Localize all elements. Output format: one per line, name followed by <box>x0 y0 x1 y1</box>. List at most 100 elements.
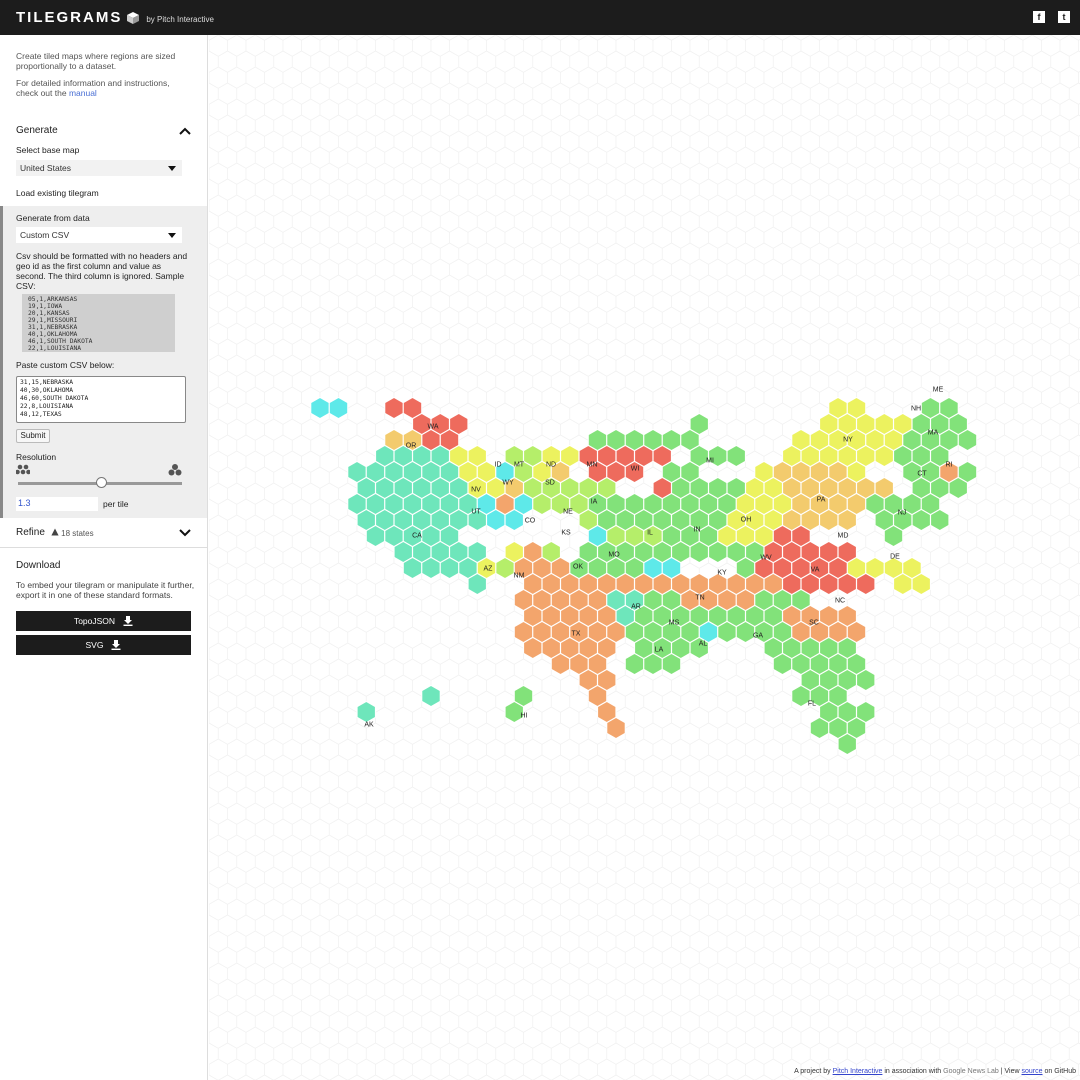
state-label: AR <box>631 604 641 611</box>
state-tile[interactable] <box>911 508 931 532</box>
state-tile[interactable] <box>532 492 552 516</box>
brand[interactable]: TILEGRAMS by Pitch Interactive <box>16 9 214 26</box>
state-tile[interactable] <box>680 428 700 452</box>
state-tile[interactable] <box>421 684 441 708</box>
state-tile[interactable] <box>689 540 709 564</box>
state-tile[interactable] <box>791 556 811 580</box>
state-tile[interactable] <box>624 428 645 452</box>
state-tile[interactable] <box>661 460 682 484</box>
state-tile[interactable] <box>689 572 709 596</box>
state-tile[interactable] <box>930 508 950 532</box>
state-label: ME <box>933 387 944 394</box>
state-tile[interactable] <box>837 732 857 756</box>
data-source-select[interactable]: Custom CSV <box>16 227 182 243</box>
footer-text: A project by <box>794 1068 831 1075</box>
state-tile[interactable] <box>911 572 931 596</box>
state-tile[interactable] <box>893 572 913 596</box>
state-label: LA <box>655 647 664 654</box>
chevron-down-icon[interactable] <box>179 528 191 537</box>
generate-header[interactable]: Generate <box>16 125 191 136</box>
state-tile[interactable] <box>735 492 756 516</box>
state-label: MD <box>838 533 849 540</box>
state-label: WA <box>427 424 438 431</box>
state-tile[interactable] <box>883 524 904 548</box>
state-tile[interactable] <box>384 396 404 420</box>
twitter-icon[interactable]: t <box>1058 11 1070 23</box>
source-link[interactable]: source <box>1022 1068 1043 1075</box>
state-tile[interactable] <box>439 556 460 580</box>
state-tile[interactable] <box>661 428 682 452</box>
facebook-icon[interactable]: f <box>1033 11 1045 23</box>
manual-link[interactable]: manual <box>69 88 97 98</box>
refine-header[interactable]: Refine 18 states <box>0 518 207 548</box>
pitch-interactive-link[interactable]: Pitch Interactive <box>833 1068 883 1075</box>
state-tile[interactable] <box>874 444 894 468</box>
base-map-select[interactable]: United States <box>16 160 182 176</box>
state-tile[interactable] <box>624 652 645 676</box>
state-tile[interactable] <box>717 620 737 644</box>
state-tile[interactable] <box>402 556 423 580</box>
topojson-download-button[interactable]: TopoJSON <box>16 611 191 631</box>
caret-down-icon <box>168 166 176 171</box>
state-tile[interactable] <box>957 428 978 452</box>
state-label: MN <box>587 462 598 469</box>
state-label: AL <box>699 641 708 648</box>
state-tile[interactable] <box>856 668 876 692</box>
load-existing-link[interactable]: Load existing tilegram <box>16 188 99 198</box>
state-tile[interactable] <box>624 492 645 516</box>
state-tile[interactable] <box>421 556 441 580</box>
state-tile[interactable] <box>809 716 830 740</box>
state-tile[interactable] <box>643 652 663 676</box>
tilegram-map[interactable]: WA OR ID MT ND MN WI MI NY ME NH MA CT RI CA NV WY SD UT CO… <box>209 35 1080 1080</box>
state-label: CT <box>917 471 927 478</box>
svg-download-button[interactable]: SVG <box>16 635 191 655</box>
state-tile[interactable] <box>634 572 654 596</box>
state-tile[interactable] <box>837 572 857 596</box>
state-label: NE <box>563 509 573 516</box>
state-tile[interactable] <box>365 524 386 548</box>
state-tile[interactable] <box>735 620 756 644</box>
state-tile[interactable] <box>310 396 330 420</box>
state-tile[interactable] <box>550 652 571 676</box>
state-tile[interactable] <box>837 508 857 532</box>
generate-title: Generate <box>16 125 58 136</box>
state-label: MI <box>706 458 714 465</box>
state-tile[interactable] <box>523 636 543 660</box>
chevron-up-icon[interactable] <box>179 127 191 135</box>
state-label: KY <box>717 570 727 577</box>
state-tile[interactable] <box>652 540 672 564</box>
state-tile[interactable] <box>856 572 876 596</box>
state-label: NJ <box>898 510 907 517</box>
state-tile[interactable] <box>726 444 746 468</box>
tile-value-input[interactable]: 1.3 <box>16 497 98 511</box>
state-tile[interactable] <box>606 492 626 516</box>
state-tile[interactable] <box>504 508 524 532</box>
state-tile[interactable] <box>661 652 682 676</box>
from-data-label: Generate from data <box>16 213 90 223</box>
state-tile[interactable] <box>606 460 626 484</box>
small-hexes-icon <box>16 464 30 475</box>
state-tile[interactable] <box>819 572 839 596</box>
state-tile[interactable] <box>708 540 728 564</box>
state-tile[interactable] <box>791 524 811 548</box>
state-tile[interactable] <box>486 508 506 532</box>
state-tile[interactable] <box>504 540 524 564</box>
download-icon <box>111 640 121 650</box>
state-label: SC <box>809 620 819 627</box>
state-tile[interactable] <box>356 700 376 724</box>
state-tile[interactable] <box>819 508 839 532</box>
warning-icon <box>51 528 59 535</box>
state-tile[interactable] <box>846 620 867 644</box>
state-tile[interactable] <box>948 476 968 500</box>
state-tile[interactable] <box>671 540 691 564</box>
submit-button[interactable]: Submit <box>16 429 50 443</box>
state-tile[interactable] <box>606 716 626 740</box>
state-tile[interactable] <box>328 396 349 420</box>
state-tile[interactable] <box>772 652 793 676</box>
state-label: IN <box>694 527 701 534</box>
csv-sample[interactable]: 05,1,ARKANSAS 19,1,IOWA 20,1,KANSAS 29,1… <box>22 294 175 352</box>
resolution-slider-thumb[interactable] <box>96 477 107 488</box>
state-tile[interactable] <box>643 428 663 452</box>
topojson-label: TopoJSON <box>73 616 116 626</box>
csv-textarea[interactable]: 31,15,NEBRASKA 40,30,OKLAHOMA 46,60,SOUT… <box>16 376 186 423</box>
